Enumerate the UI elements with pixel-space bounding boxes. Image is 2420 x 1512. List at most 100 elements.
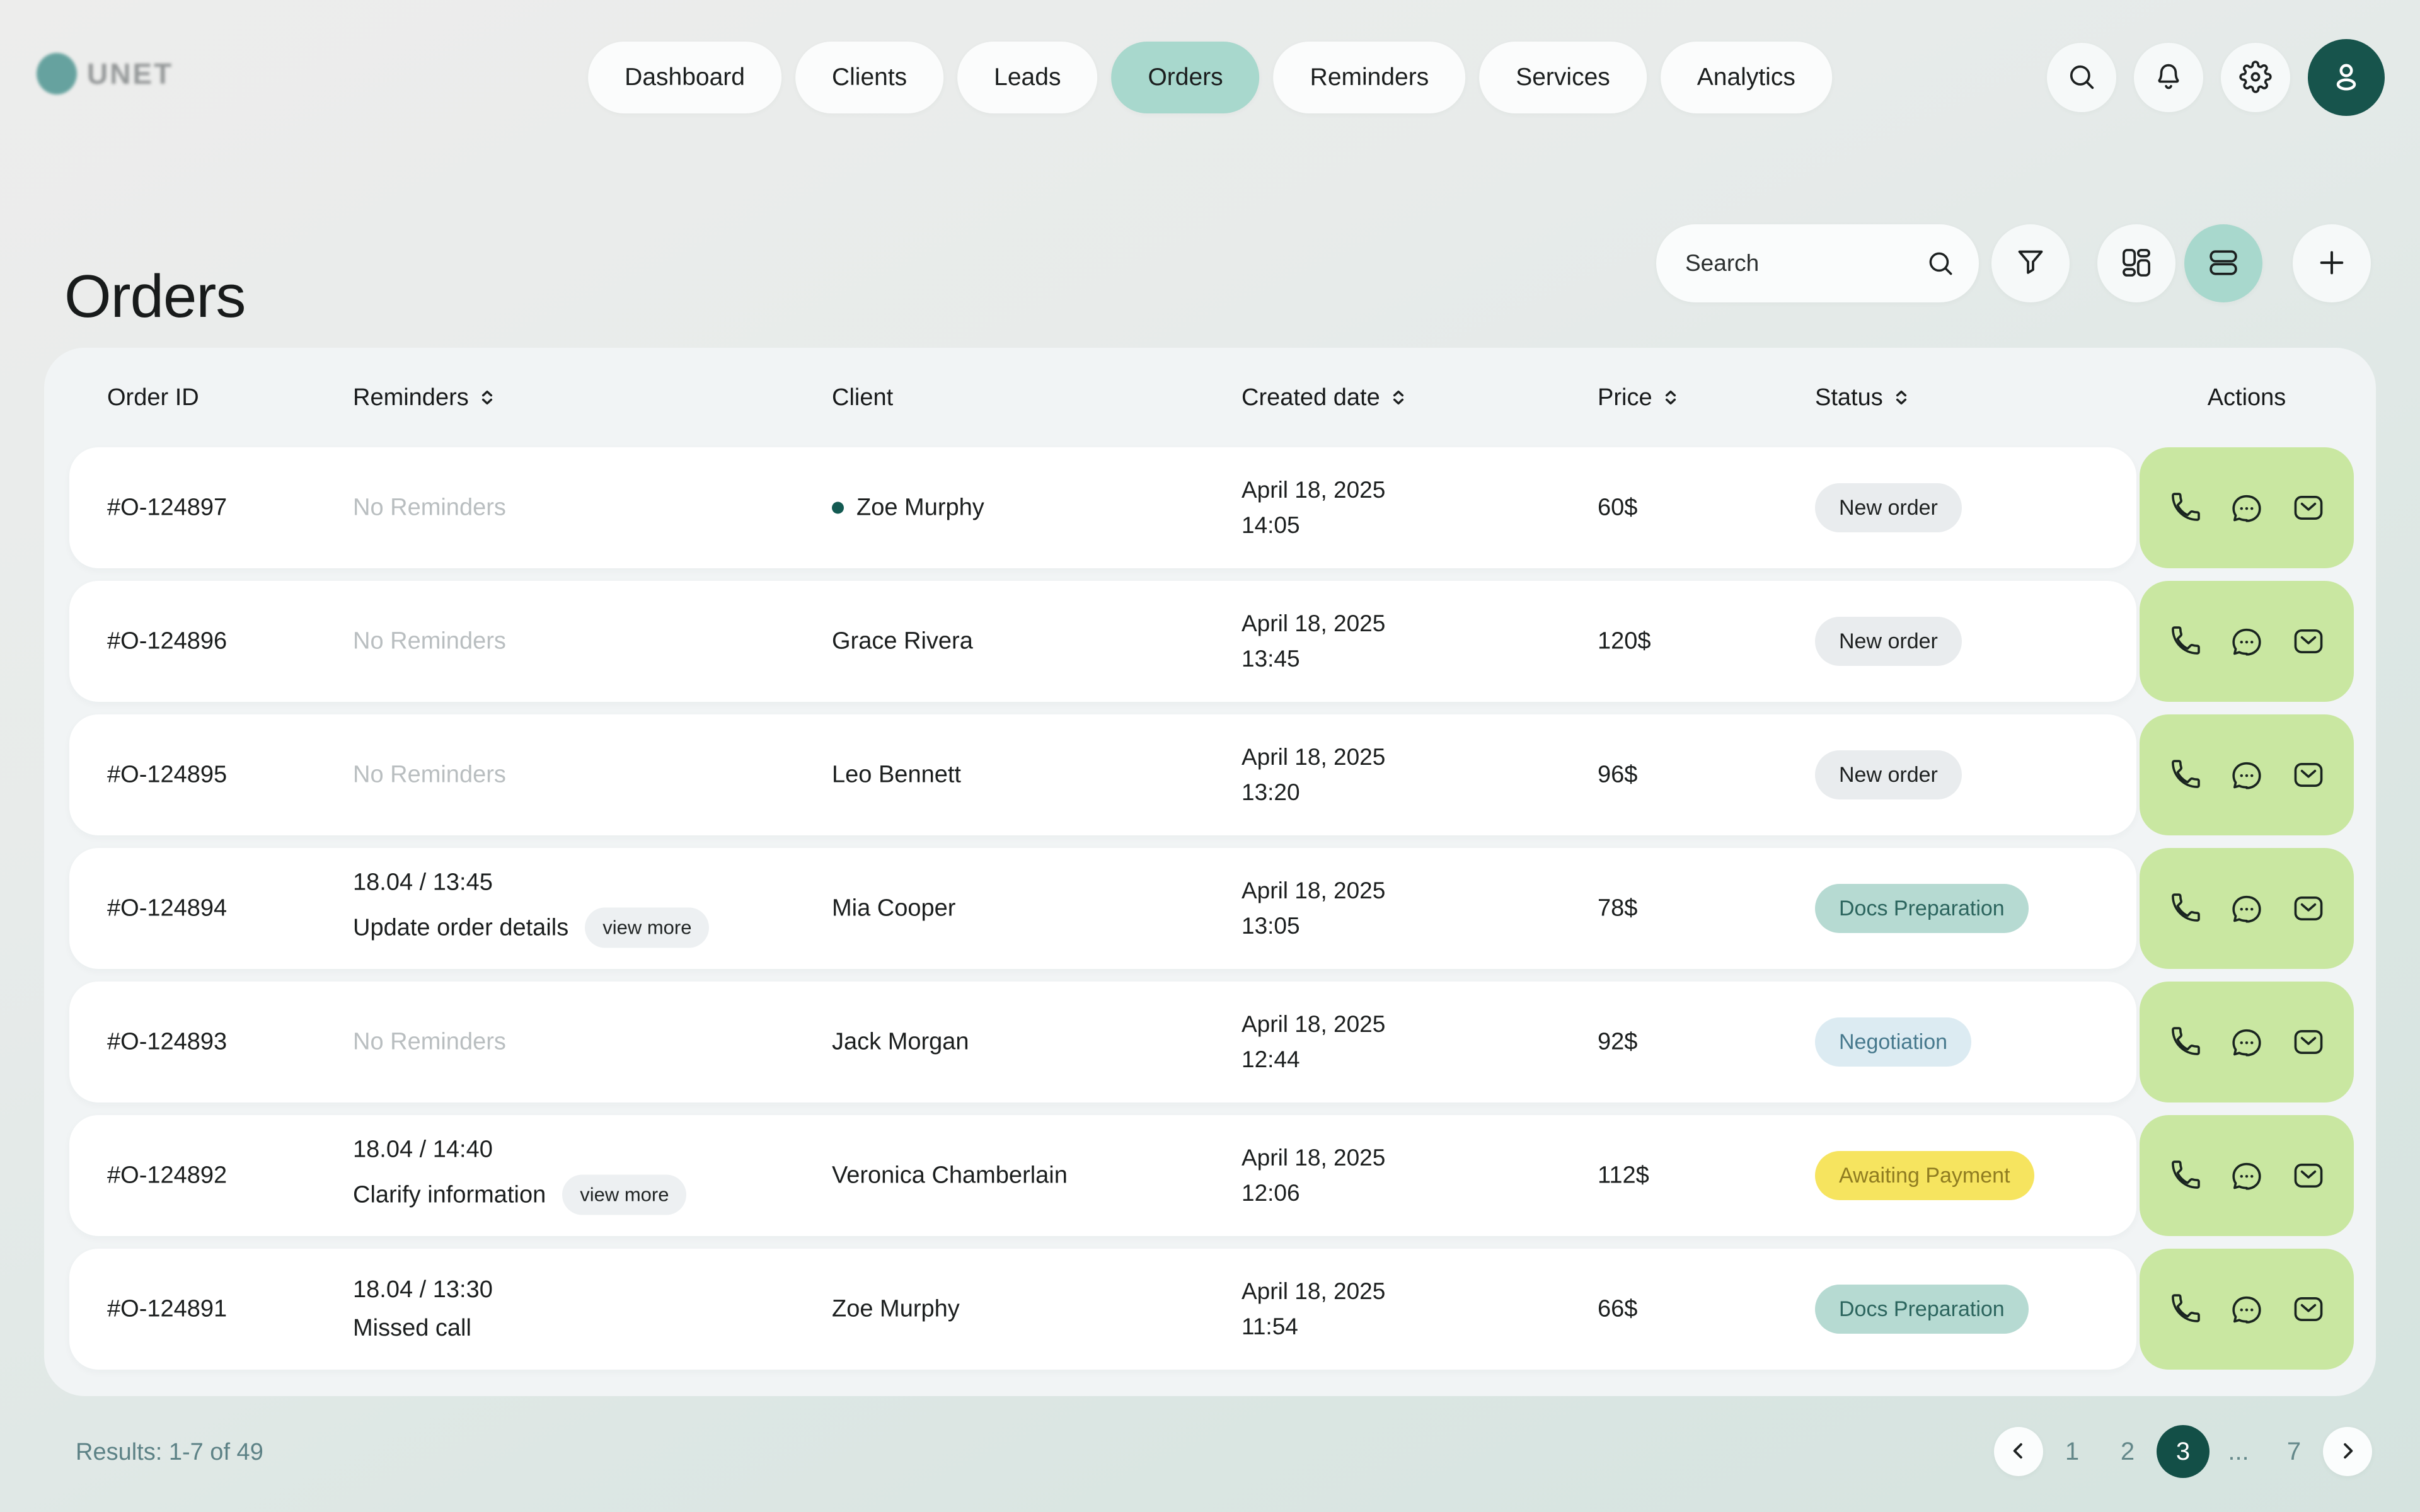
brand-logo: UNET (37, 53, 173, 94)
filter-button[interactable] (1991, 224, 2070, 302)
page-ellipsis: ... (2212, 1438, 2265, 1466)
page-button-2[interactable]: 2 (2101, 1425, 2154, 1478)
nav-item-dashboard[interactable]: Dashboard (588, 42, 781, 113)
created-date: April 18, 2025 (1242, 744, 1385, 770)
table-row[interactable]: #O-124896No RemindersGrace RiveraApril 1… (69, 581, 2136, 702)
table-row[interactable]: #O-12489118.04 / 13:30Missed callZoe Mur… (69, 1249, 2136, 1370)
email-button[interactable] (2290, 757, 2327, 793)
column-label: Order ID (107, 384, 199, 411)
column-label: Price (1598, 384, 1652, 411)
client-cell: Grace Rivera (832, 628, 973, 655)
call-button[interactable] (2167, 757, 2203, 793)
sort-icon[interactable] (1660, 387, 1681, 408)
created-date: April 18, 2025 (1242, 610, 1385, 637)
email-button[interactable] (2290, 1291, 2327, 1327)
price: 78$ (1598, 895, 1637, 922)
client-name: Jack Morgan (832, 1029, 969, 1056)
nav-item-reminders[interactable]: Reminders (1274, 42, 1466, 113)
chat-button[interactable] (2228, 1291, 2265, 1327)
call-button[interactable] (2167, 1291, 2203, 1327)
created-date-cell: April 18, 202514:05 (1242, 477, 1385, 539)
search-input[interactable] (1656, 224, 1979, 302)
status-cell: Negotiation (1815, 1017, 1971, 1067)
add-order-button[interactable] (2293, 224, 2371, 302)
email-button[interactable] (2290, 623, 2327, 660)
email-button[interactable] (2290, 490, 2327, 526)
sort-icon[interactable] (1891, 387, 1912, 408)
view-more-button[interactable]: view more (562, 1175, 686, 1215)
nav-item-orders[interactable]: Orders (1111, 42, 1259, 113)
created-date-cell: April 18, 202512:44 (1242, 1011, 1385, 1073)
nav-item-clients[interactable]: Clients (795, 42, 943, 113)
table-row[interactable]: #O-12489218.04 / 14:40Clarify informatio… (69, 1115, 2136, 1236)
page-button-3[interactable]: 3 (2157, 1425, 2210, 1478)
table-row[interactable]: #O-12489418.04 / 13:45Update order detai… (69, 848, 2136, 969)
chat-button[interactable] (2228, 1157, 2265, 1194)
call-button[interactable] (2167, 623, 2203, 660)
table-row[interactable]: #O-124893 No Reminders Jack Morgan April 18… (69, 982, 2136, 1102)
chat-button[interactable] (2228, 890, 2265, 927)
brand-name: UNET (87, 57, 173, 91)
chat-icon (2228, 652, 2265, 662)
call-button[interactable] (2167, 1157, 2203, 1194)
created-time: 11:54 (1242, 1314, 1385, 1340)
notifications-button[interactable] (2134, 43, 2203, 112)
pagination: 123...7 (1994, 1425, 2372, 1478)
email-button[interactable] (2290, 1157, 2327, 1194)
page-button-1[interactable]: 1 (2046, 1425, 2099, 1478)
price: 60$ (1598, 495, 1637, 522)
column-header-client: Client (832, 348, 893, 447)
chat-icon (2228, 786, 2265, 795)
next-page-button[interactable] (2323, 1427, 2372, 1476)
chat-icon (2228, 919, 2265, 929)
chevron-left-icon (2007, 1439, 2031, 1465)
page-button-7[interactable]: 7 (2267, 1425, 2320, 1478)
sort-icon[interactable] (1388, 387, 1409, 408)
chat-button[interactable] (2228, 1024, 2265, 1060)
price: 96$ (1598, 762, 1637, 789)
grid-view-button[interactable] (2097, 224, 2175, 302)
client-cell: Zoe Murphy (832, 495, 984, 522)
created-time: 13:20 (1242, 779, 1385, 806)
chat-button[interactable] (2228, 623, 2265, 660)
status-badge: Docs Preparation (1815, 1285, 2029, 1334)
nav-item-services[interactable]: Services (1479, 42, 1647, 113)
table-row[interactable]: #O-124897No RemindersZoe MurphyApril 18,… (69, 447, 2136, 568)
table-row[interactable]: #O-124895No RemindersLeo BennettApril 18… (69, 714, 2136, 835)
status-cell: New order (1815, 483, 1962, 532)
email-button[interactable] (2290, 1024, 2327, 1060)
call-button[interactable] (2167, 1024, 2203, 1060)
view-more-button[interactable]: view more (585, 908, 709, 948)
column-header-created-date: Created date (1242, 348, 1409, 447)
created-date-cell: April 18, 202512:06 (1242, 1145, 1385, 1206)
main-nav: DashboardClientsLeadsOrdersRemindersServ… (588, 42, 1832, 113)
user-avatar[interactable] (2308, 39, 2385, 116)
phone-icon (2167, 1320, 2203, 1329)
row-actions (2140, 1115, 2354, 1236)
order-id: #O-124893 (107, 1029, 227, 1056)
chat-button[interactable] (2228, 757, 2265, 793)
created-time: 13:05 (1242, 913, 1385, 939)
sort-icon[interactable] (476, 387, 498, 408)
email-button[interactable] (2290, 890, 2327, 927)
settings-button[interactable] (2221, 43, 2290, 112)
reminder-time: 18.04 / 13:30 (353, 1276, 493, 1303)
client-cell: Leo Bennett (832, 762, 961, 789)
search-button[interactable] (2047, 43, 2116, 112)
order-id: #O-124892 (107, 1162, 227, 1189)
call-button[interactable] (2167, 490, 2203, 526)
nav-item-leads[interactable]: Leads (957, 42, 1097, 113)
prev-page-button[interactable] (1994, 1427, 2043, 1476)
no-reminders-label: No Reminders (353, 1029, 506, 1055)
call-button[interactable] (2167, 890, 2203, 927)
chat-button[interactable] (2228, 490, 2265, 526)
reminder-cell: No Reminders (353, 762, 506, 789)
created-date-cell: April 18, 202513:05 (1242, 878, 1385, 939)
mail-icon (2290, 1053, 2327, 1062)
column-header-reminders: Reminders (353, 348, 498, 447)
status-badge: New order (1815, 617, 1962, 666)
no-reminders-label: No Reminders (353, 495, 506, 521)
status-cell: Docs Preparation (1815, 1285, 2029, 1334)
list-view-button[interactable] (2184, 224, 2262, 302)
nav-item-analytics[interactable]: Analytics (1661, 42, 1832, 113)
